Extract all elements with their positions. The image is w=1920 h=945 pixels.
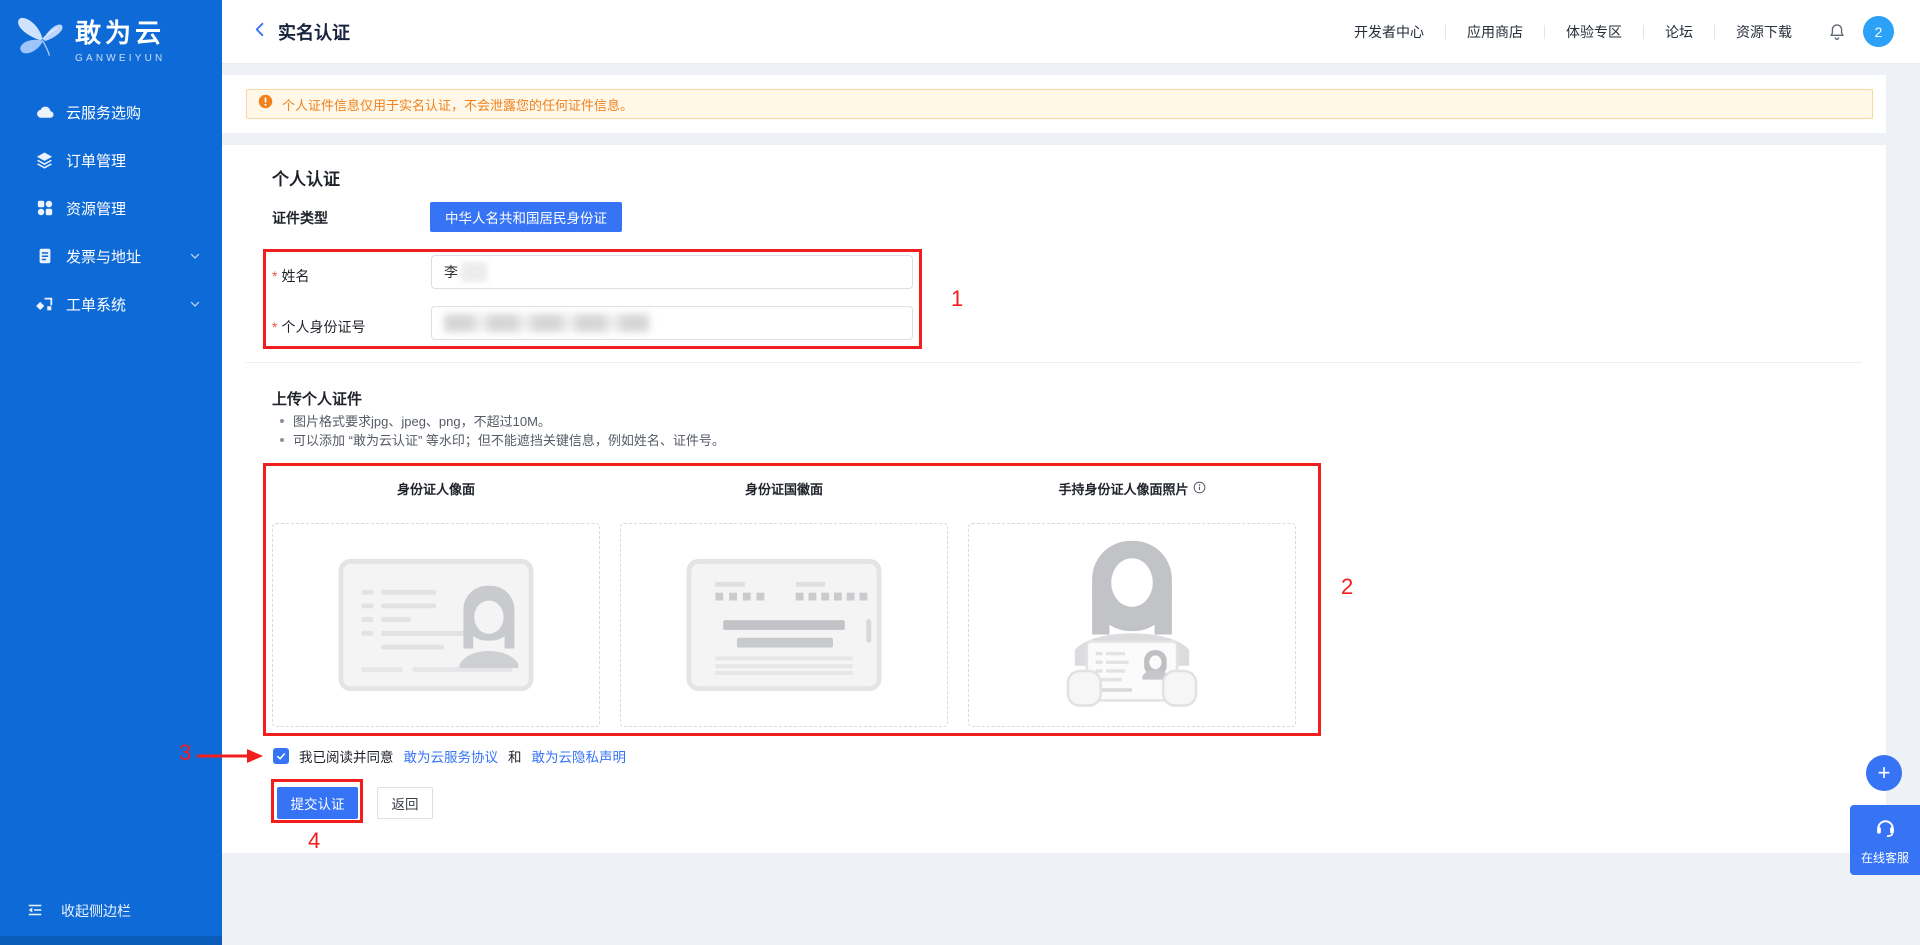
sidebar-item-label: 资源管理 bbox=[66, 200, 127, 218]
nav-app-store[interactable]: 应用商店 bbox=[1446, 22, 1544, 42]
layers-icon bbox=[35, 151, 54, 170]
nav-developer-center[interactable]: 开发者中心 bbox=[1333, 22, 1445, 42]
bullet-dot bbox=[280, 437, 284, 442]
chevron-left-icon bbox=[252, 21, 269, 43]
butterfly-logo-icon bbox=[14, 13, 66, 64]
banner-strip: 个人证件信息仅用于实名认证，不会泄露您的任何证件信息。 bbox=[222, 75, 1886, 133]
cloud-icon bbox=[35, 103, 54, 122]
agreement-conjunction: 和 bbox=[508, 750, 522, 765]
sidebar-item-cloud-services[interactable]: 云服务选购 bbox=[0, 88, 222, 136]
nav-resource-download[interactable]: 资源下载 bbox=[1715, 22, 1813, 42]
nav-experience-zone[interactable]: 体验专区 bbox=[1545, 22, 1643, 42]
page-title: 实名认证 bbox=[278, 22, 350, 43]
submit-button[interactable]: 提交认证 bbox=[277, 787, 358, 819]
upload-box-id-back[interactable] bbox=[620, 523, 948, 727]
brand-subtitle: GANWEIYUN bbox=[75, 53, 166, 64]
info-icon[interactable] bbox=[1193, 480, 1206, 497]
upload-label-id-back: 身份证国徽面 bbox=[744, 482, 823, 497]
sidebar-item-tickets[interactable]: 工单系统 bbox=[0, 280, 222, 328]
upload-tip: 图片格式要求jpg、jpeg、png，不超过10M。 bbox=[280, 411, 551, 430]
add-floating-button[interactable]: + bbox=[1866, 755, 1902, 791]
grid-icon bbox=[35, 199, 54, 218]
sidebar-item-label: 工单系统 bbox=[66, 296, 127, 314]
required-marker: * bbox=[272, 319, 278, 335]
sidebar-nav: 云服务选购 订单管理 资源管理 发票与地址 工单系统 bbox=[0, 88, 222, 328]
collapse-sidebar-label: 收起侧边栏 bbox=[61, 903, 131, 919]
brand-name: 敢为云 bbox=[75, 18, 166, 48]
cert-type-button[interactable]: 中华人名共和国居民身份证 bbox=[430, 202, 622, 232]
sidebar: 敢为云 GANWEIYUN 云服务选购 订单管理 资源管理 发票与地址 工单系统… bbox=[0, 0, 222, 945]
top-bar: 实名认证 开发者中心 应用商店 体验专区 论坛 资源下载 2 bbox=[222, 0, 1920, 64]
name-input[interactable]: 李 bbox=[431, 255, 913, 289]
agreement-prefix: 我已阅读并同意 bbox=[299, 750, 394, 765]
cert-type-label: 证件类型 bbox=[272, 210, 328, 226]
id-handheld-placeholder bbox=[1066, 540, 1198, 707]
sidebar-item-orders[interactable]: 订单管理 bbox=[0, 136, 222, 184]
id-front-placeholder bbox=[338, 558, 534, 692]
redacted-name-blur bbox=[461, 262, 487, 282]
sidebar-item-label: 订单管理 bbox=[66, 152, 127, 170]
real-name-verification-page: 敢为云 GANWEIYUN 云服务选购 订单管理 资源管理 发票与地址 工单系统… bbox=[0, 0, 1920, 945]
upload-label-id-handheld: 手持身份证人像面照片 bbox=[968, 479, 1296, 498]
section-divider bbox=[246, 362, 1862, 363]
id-back-placeholder bbox=[686, 558, 882, 692]
brand-logo[interactable]: 敢为云 GANWEIYUN bbox=[14, 13, 165, 64]
bullet-dot bbox=[280, 418, 284, 423]
redacted-id-blur bbox=[444, 314, 649, 332]
sidebar-item-invoices[interactable]: 发票与地址 bbox=[0, 232, 222, 280]
name-label: * 姓名 bbox=[272, 268, 310, 284]
sidebar-item-label: 发票与地址 bbox=[66, 248, 142, 266]
service-agreement-link[interactable]: 敢为云服务协议 bbox=[404, 746, 499, 766]
upload-label-id-front: 身份证人像面 bbox=[396, 482, 475, 497]
privacy-statement-link[interactable]: 敢为云隐私声明 bbox=[532, 746, 627, 766]
headset-icon bbox=[1874, 815, 1897, 843]
warning-icon bbox=[258, 94, 273, 114]
required-marker: * bbox=[272, 268, 278, 284]
collapse-sidebar-icon bbox=[26, 901, 44, 922]
section-title: 个人认证 bbox=[272, 170, 340, 189]
nav-forum[interactable]: 论坛 bbox=[1644, 22, 1714, 42]
collapse-sidebar-button[interactable]: 收起侧边栏 bbox=[0, 889, 222, 933]
id-number-input[interactable] bbox=[431, 306, 913, 340]
agreement-row: 我已阅读并同意 敢为云服务协议 和 敢为云隐私声明 bbox=[273, 746, 626, 766]
top-nav: 开发者中心 应用商店 体验专区 论坛 资源下载 2 bbox=[1333, 16, 1894, 47]
upload-box-id-handheld[interactable] bbox=[968, 523, 1296, 727]
personal-verification-card: 个人认证 证件类型 中华人名共和国居民身份证 * 姓名 李 * 个人身份证号 上传个… bbox=[222, 145, 1886, 853]
sidebar-item-label: 云服务选购 bbox=[66, 104, 142, 122]
upload-section-title: 上传个人证件 bbox=[272, 391, 363, 408]
online-service-label: 在线客服 bbox=[1860, 850, 1909, 865]
invoice-icon bbox=[35, 247, 54, 266]
chevron-down-icon bbox=[188, 249, 202, 263]
upload-tip: 可以添加 “敢为云认证” 等水印；但不能遮挡关键信息，例如姓名、证件号。 bbox=[280, 430, 725, 449]
avatar[interactable]: 2 bbox=[1863, 16, 1894, 47]
bell-icon[interactable] bbox=[1827, 22, 1847, 42]
name-value: 李 bbox=[444, 264, 458, 280]
sidebar-item-resources[interactable]: 资源管理 bbox=[0, 184, 222, 232]
online-service-button[interactable]: 在线客服 bbox=[1850, 805, 1920, 875]
warning-text: 个人证件信息仅用于实名认证，不会泄露您的任何证件信息。 bbox=[282, 97, 634, 113]
sidebar-bottom-strip bbox=[0, 936, 222, 945]
agreement-checkbox[interactable] bbox=[273, 748, 289, 764]
warning-banner: 个人证件信息仅用于实名认证，不会泄露您的任何证件信息。 bbox=[246, 89, 1873, 119]
ticket-icon bbox=[35, 295, 54, 314]
upload-box-id-front[interactable] bbox=[272, 523, 600, 727]
chevron-down-icon bbox=[188, 297, 202, 311]
return-button[interactable]: 返回 bbox=[377, 787, 433, 819]
back-button[interactable]: 实名认证 bbox=[252, 19, 350, 45]
id-number-label: * 个人身份证号 bbox=[272, 319, 366, 335]
